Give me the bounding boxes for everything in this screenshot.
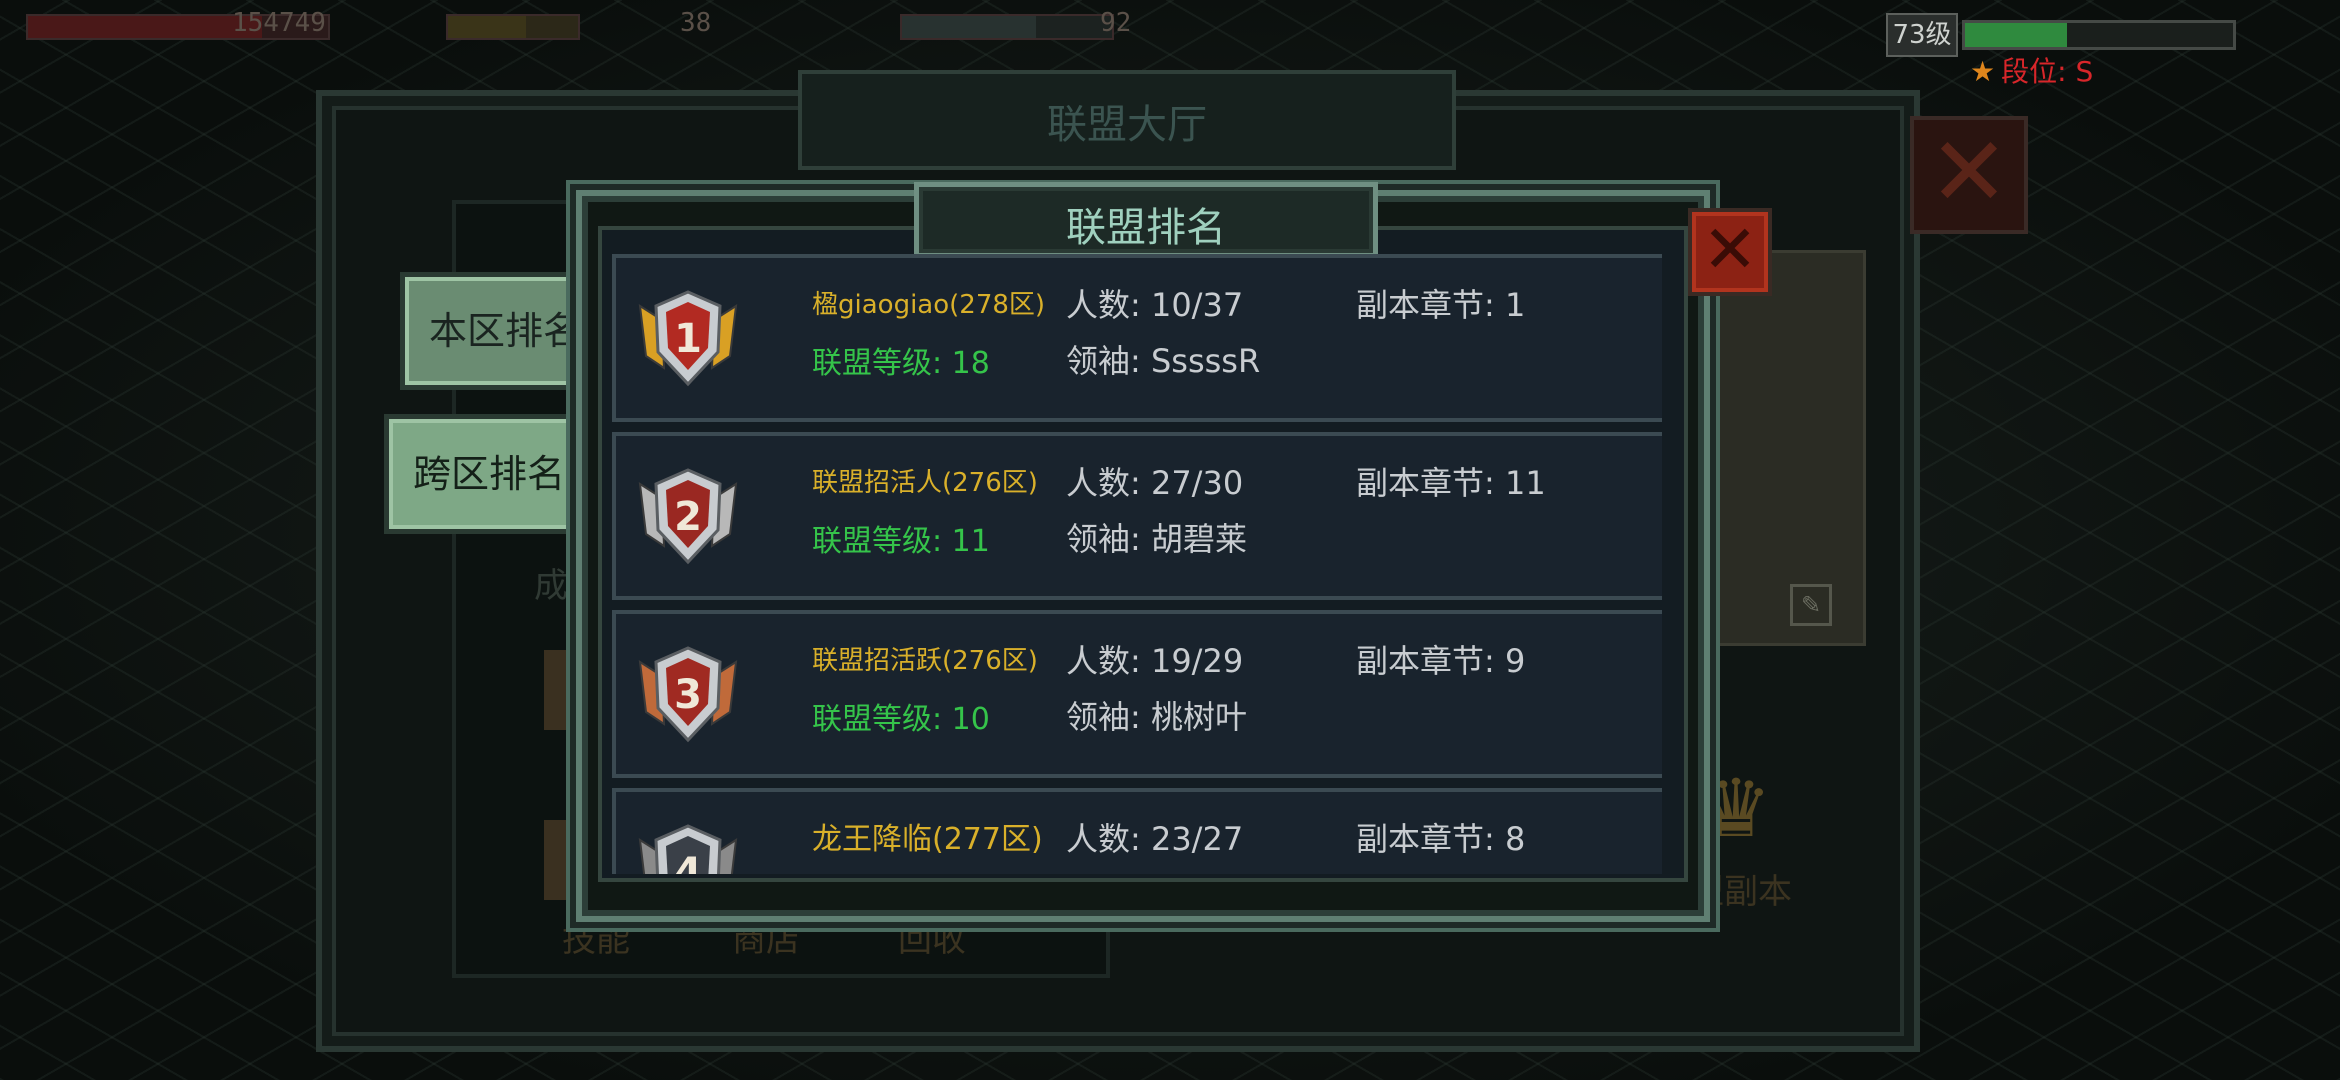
tab-cross-server-ranking[interactable]: 跨区排名 bbox=[384, 414, 594, 534]
star-icon: ★ bbox=[1970, 55, 1996, 88]
ranking-row[interactable]: 2 联盟招活人(276区) 联盟等级: 11 人数: 27/30 领袖: 胡碧莱 副本章节… bbox=[612, 432, 1662, 600]
hall-title: 联盟大厅 bbox=[1047, 102, 1207, 148]
player-level: 73级 bbox=[1886, 13, 1958, 57]
notice-board bbox=[1690, 250, 1866, 646]
rank-label: 段位: S bbox=[2001, 55, 2094, 88]
rank-number: 1 bbox=[674, 316, 702, 362]
resource-value: 92 bbox=[1100, 8, 1132, 38]
leader-name: 领袖: SssssR bbox=[1066, 342, 1261, 380]
member-count: 人数: 19/29 bbox=[1066, 642, 1244, 680]
hall-close-button[interactable]: ✕ bbox=[1910, 116, 2028, 234]
dungeon-chapter: 副本章节: 8 bbox=[1356, 820, 1526, 858]
rank-number: 4 bbox=[674, 850, 702, 874]
ranking-row[interactable]: 1 楹giaogiao(278区) 联盟等级: 18 人数: 10/37 领袖: Sss… bbox=[612, 254, 1662, 422]
dungeon-chapter: 副本章节: 1 bbox=[1356, 286, 1526, 324]
leader-name: 领袖: 桃树叶 bbox=[1066, 698, 1247, 736]
xp-bar bbox=[1962, 20, 2236, 50]
ranking-row[interactable]: 3 联盟招活跃(276区) 联盟等级: 10 人数: 19/29 领袖: 桃树叶 副本章节… bbox=[612, 610, 1662, 778]
alliance-name: 龙王降临(277区) bbox=[812, 822, 1043, 857]
dungeon-chapter: 副本章节: 9 bbox=[1356, 642, 1526, 680]
dungeon-chapter: 副本章节: 11 bbox=[1356, 464, 1546, 502]
hall-partial-label: 成 bbox=[534, 566, 568, 606]
member-count: 人数: 23/27 bbox=[1066, 820, 1244, 858]
alliance-name: 联盟招活人(276区) bbox=[812, 468, 1038, 498]
hall-title-plate: 联盟大厅 bbox=[798, 70, 1456, 170]
rank-indicator: ★ 段位: S bbox=[1970, 50, 2093, 90]
member-count: 人数: 10/37 bbox=[1066, 286, 1244, 324]
energy-bar bbox=[446, 14, 580, 40]
leader-name: 领袖: 胡碧莱 bbox=[1066, 520, 1247, 558]
rank-badge-icon: 4 bbox=[638, 824, 738, 874]
alliance-name: 联盟招活跃(276区) bbox=[812, 646, 1038, 676]
rank-badge-icon: 2 bbox=[638, 468, 738, 565]
alliance-level: 联盟等级: 18 bbox=[812, 346, 990, 381]
close-x-icon[interactable]: ✕ bbox=[1688, 208, 1772, 296]
hp-value: 154749 bbox=[232, 8, 326, 38]
resource-bar bbox=[900, 14, 1114, 40]
alliance-name: 楹giaogiao(278区) bbox=[812, 290, 1046, 320]
alliance-ranking-dialog: 联盟排名 1 楹giaogiao(278区) 联盟等级: 18 人数: 10/37 领袖… bbox=[576, 182, 1710, 922]
dialog-title-plate: 联盟排名 bbox=[914, 182, 1378, 258]
ranking-row[interactable]: 4 龙王降临(277区) 人数: 23/27 副本章节: 8 bbox=[612, 788, 1662, 874]
dialog-title: 联盟排名 bbox=[1066, 205, 1226, 251]
xp-fill bbox=[1965, 23, 2067, 47]
alliance-level: 联盟等级: 11 bbox=[812, 524, 990, 559]
edit-icon[interactable]: ✎ bbox=[1790, 584, 1832, 626]
alliance-level: 联盟等级: 10 bbox=[812, 702, 990, 737]
rank-number: 2 bbox=[674, 494, 702, 540]
rank-badge-icon: 1 bbox=[638, 290, 738, 387]
rank-number: 3 bbox=[674, 672, 702, 718]
member-count: 人数: 27/30 bbox=[1066, 464, 1244, 502]
energy-value: 38 bbox=[680, 8, 712, 38]
ranking-list[interactable]: 1 楹giaogiao(278区) 联盟等级: 18 人数: 10/37 领袖: Sss… bbox=[612, 254, 1662, 874]
rank-badge-icon: 3 bbox=[638, 646, 738, 743]
